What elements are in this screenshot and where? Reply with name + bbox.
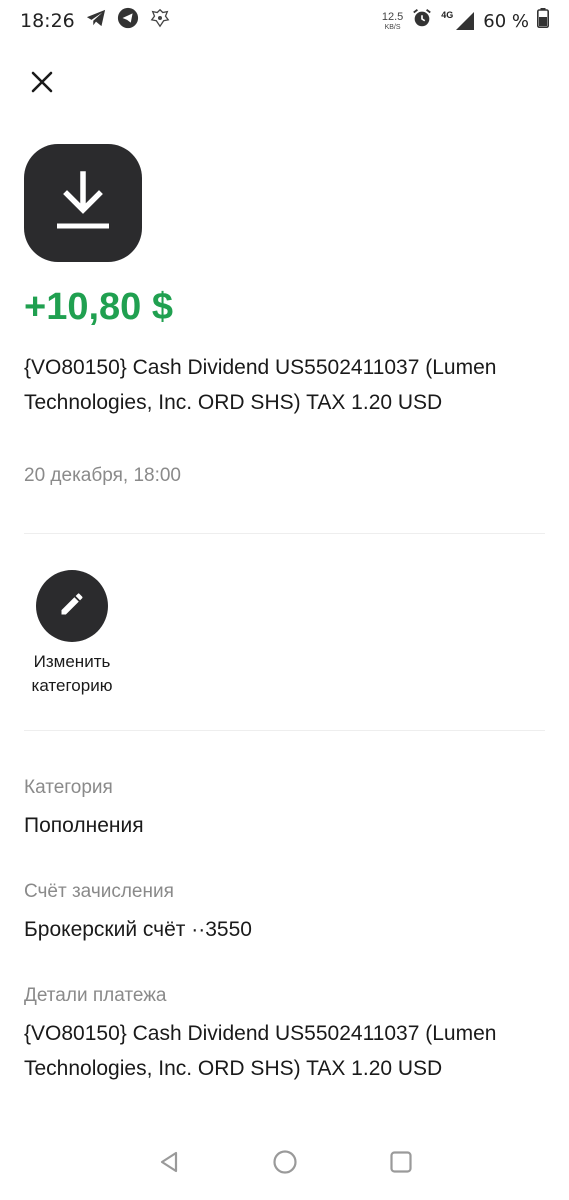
payment-details-value: {VO80150} Cash Dividend US5502411037 (Lu… [24, 1022, 497, 1080]
transaction-amount: +10,80 $ [24, 286, 173, 328]
alarm-icon [411, 7, 433, 35]
signal-icon: 4G [441, 11, 475, 31]
telegram-icon [85, 8, 107, 34]
status-bar: 18:26 12.5 KB/S 4G 60 % [0, 0, 569, 42]
account-label: Счёт зачисления [24, 881, 174, 902]
category-label: Категория [24, 777, 113, 798]
battery-percent: 60 % [483, 10, 529, 32]
payment-details-label: Детали платежа [24, 985, 167, 1006]
status-left: 18:26 [20, 7, 171, 35]
change-category-button[interactable]: Изменить категорию [22, 570, 122, 698]
close-icon [30, 70, 54, 99]
payment-details-field: Детали платежа {VO80150} Cash Dividend U… [24, 985, 549, 1086]
battery-icon [537, 8, 549, 34]
category-field: Категория Пополнения [24, 777, 549, 843]
back-triangle-icon [157, 1150, 181, 1179]
pencil-icon [58, 590, 86, 623]
divider [24, 533, 545, 534]
telegram-x-icon [117, 7, 139, 35]
nav-back-button[interactable] [151, 1146, 187, 1182]
transaction-date: 20 декабря, 18:00 [24, 465, 181, 486]
system-nav-bar [0, 1134, 569, 1194]
status-time: 18:26 [20, 10, 75, 32]
download-icon [53, 170, 113, 237]
transaction-description: {VO80150} Cash Dividend US5502411037 (Lu… [24, 356, 497, 414]
network-speed-unit: KB/S [384, 23, 401, 31]
transaction-type-icon [24, 144, 142, 262]
network-type: 4G [441, 10, 454, 20]
divider [24, 730, 545, 731]
recents-square-icon [389, 1150, 413, 1179]
nav-home-button[interactable] [267, 1146, 303, 1182]
home-circle-icon [272, 1149, 298, 1180]
account-field: Счёт зачисления Брокерский счёт ··3550 [24, 881, 549, 947]
emblem-icon [149, 7, 171, 35]
change-category-icon-circle[interactable] [36, 570, 108, 642]
account-value: Брокерский счёт ··3550 [24, 918, 252, 941]
network-speed: 12.5 KB/S [381, 10, 404, 31]
close-button[interactable] [26, 68, 58, 100]
category-value: Пополнения [24, 814, 144, 837]
nav-recents-button[interactable] [383, 1146, 419, 1182]
network-speed-value: 12.5 [381, 10, 404, 23]
change-category-label[interactable]: Изменить категорию [22, 650, 122, 698]
status-right: 12.5 KB/S 4G 60 % [382, 7, 549, 35]
